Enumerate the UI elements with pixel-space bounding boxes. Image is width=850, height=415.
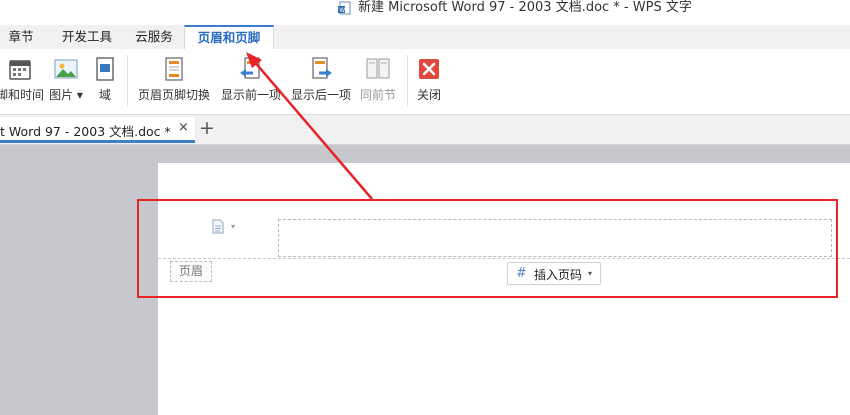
annotation-highlight-box bbox=[137, 199, 838, 298]
wps-writer-icon: W bbox=[338, 1, 351, 15]
date-time-button[interactable]: 脚和时间 bbox=[0, 49, 44, 111]
header-footer-switch-label: 页眉页脚切换 bbox=[137, 88, 210, 102]
picture-button[interactable]: 图片 ▾ bbox=[44, 49, 88, 111]
document-tab-title: t Word 97 - 2003 文档.doc * bbox=[0, 124, 171, 139]
show-next-button[interactable]: 显示后一项 bbox=[287, 49, 355, 111]
svg-text:W: W bbox=[339, 7, 345, 14]
same-as-previous-label: 同前节 bbox=[359, 88, 396, 102]
calendar-icon bbox=[9, 60, 31, 80]
new-tab-button[interactable]: + bbox=[199, 117, 215, 139]
tab-section[interactable]: 章节 bbox=[0, 25, 42, 49]
ribbon: 脚和时间 图片 ▾ 域 页眉页脚切换 显示前一项 显示后一项 同前节 关闭 bbox=[0, 49, 850, 115]
same-as-previous-icon bbox=[366, 58, 390, 79]
header-footer-switch-button[interactable]: 页眉页脚切换 bbox=[133, 49, 215, 111]
ribbon-separator bbox=[407, 55, 408, 107]
window-title: 新建 Microsoft Word 97 - 2003 文档.doc * - W… bbox=[358, 0, 692, 15]
show-next-label: 显示后一项 bbox=[290, 88, 351, 102]
show-previous-icon bbox=[240, 57, 260, 79]
tab-cloud-service[interactable]: 云服务 bbox=[127, 25, 181, 49]
field-button[interactable]: 域 bbox=[88, 49, 122, 111]
date-time-label: 脚和时间 bbox=[0, 88, 45, 102]
close-icon bbox=[419, 59, 439, 79]
show-previous-label: 显示前一项 bbox=[220, 88, 281, 102]
header-footer-switch-icon bbox=[165, 57, 183, 81]
field-icon bbox=[96, 57, 114, 81]
close-header-footer-button[interactable]: 关闭 bbox=[412, 49, 446, 111]
tab-header-footer[interactable]: 页眉和页脚 bbox=[184, 25, 274, 49]
menu-tab-bar: 章节 开发工具 云服务 页眉和页脚 bbox=[0, 25, 850, 49]
show-next-icon bbox=[312, 57, 332, 79]
tab-developer-tools[interactable]: 开发工具 bbox=[52, 25, 122, 49]
title-bar: W 新建 Microsoft Word 97 - 2003 文档.doc * -… bbox=[0, 0, 850, 20]
document-tab[interactable]: t Word 97 - 2003 文档.doc * × bbox=[0, 117, 195, 143]
close-tab-icon[interactable]: × bbox=[178, 120, 189, 135]
picture-icon bbox=[54, 59, 78, 79]
field-label: 域 bbox=[98, 88, 111, 102]
show-previous-button[interactable]: 显示前一项 bbox=[217, 49, 285, 111]
close-label: 关闭 bbox=[416, 88, 441, 102]
same-as-previous-button[interactable]: 同前节 bbox=[356, 49, 400, 111]
ribbon-separator bbox=[127, 55, 128, 107]
document-tab-bar: t Word 97 - 2003 文档.doc * × + bbox=[0, 115, 850, 145]
picture-label: 图片 ▾ bbox=[49, 88, 83, 102]
